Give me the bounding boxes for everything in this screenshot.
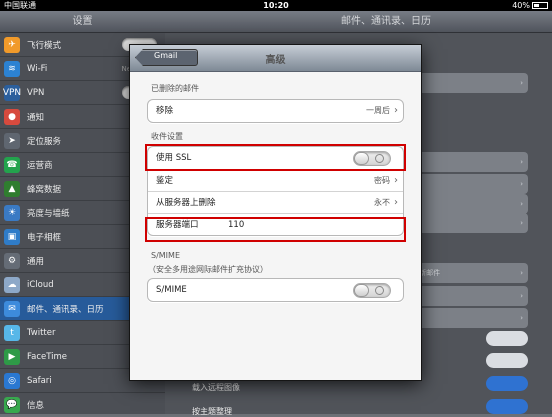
photo-frame-icon: ▣ bbox=[4, 228, 20, 245]
sidebar-item-label: 通用 bbox=[27, 256, 45, 267]
sidebar-item-label: FaceTime bbox=[27, 351, 68, 362]
vpn-icon: VPN bbox=[3, 84, 21, 101]
deleted-mail-group: 移除 一周后 › bbox=[147, 99, 404, 123]
remove-label: 移除 bbox=[156, 106, 174, 116]
sidebar-item-label: 亮度与墙纸 bbox=[27, 208, 70, 219]
time-label: 10:20 bbox=[263, 1, 289, 10]
organize-by-thread-label: 按主题整理 bbox=[192, 407, 232, 416]
chevron-right-icon: › bbox=[394, 105, 398, 116]
sidebar-item-label: 电子相框 bbox=[27, 232, 62, 243]
sidebar-item-label: 蜂窝数据 bbox=[27, 184, 62, 195]
background-toggle-off-1[interactable] bbox=[486, 331, 528, 346]
incoming-section-header: 收件设置 bbox=[151, 132, 183, 141]
remove-value: 一周后 bbox=[366, 106, 390, 115]
sidebar-item-16[interactable]: 💬 信息 bbox=[0, 393, 165, 414]
sidebar-item-label: 邮件、通讯录、日历 bbox=[27, 304, 104, 315]
server-port-highlight bbox=[145, 217, 406, 242]
smime-label: S/MIME bbox=[156, 285, 187, 295]
deleted-mail-section-header: 已删除的邮件 bbox=[151, 84, 199, 93]
delete-from-server-label: 从服务器上删除 bbox=[156, 198, 216, 208]
toggle-off-icon bbox=[375, 286, 384, 295]
notification-icon: ● bbox=[4, 108, 20, 125]
gear-icon: ⚙ bbox=[4, 252, 20, 269]
chevron-right-icon: › bbox=[394, 175, 398, 186]
location-icon: ➤ bbox=[4, 132, 20, 149]
advanced-settings-modal: Gmail 高级 已删除的邮件 移除 一周后 › 收件设置 使用 SSL 鉴定 … bbox=[130, 45, 421, 380]
sidebar-item-label: Wi-Fi bbox=[27, 63, 48, 74]
facetime-icon: ▶ bbox=[4, 348, 20, 365]
mail-icon: ✉ bbox=[4, 300, 20, 317]
smime-group: S/MIME bbox=[147, 278, 404, 302]
modal-header: Gmail 高级 bbox=[130, 45, 421, 72]
sidebar-item-label: iCloud bbox=[27, 279, 54, 290]
messages-icon: 💬 bbox=[4, 396, 20, 413]
background-toggle-on-1[interactable] bbox=[486, 376, 528, 391]
chevron-right-icon: › bbox=[394, 197, 398, 208]
authentication-value: 密码 bbox=[374, 176, 390, 185]
carrier-icon: ☎ bbox=[4, 156, 20, 173]
battery-status: 40% bbox=[512, 1, 548, 10]
safari-icon: ◎ bbox=[4, 372, 20, 389]
remove-row[interactable]: 移除 一周后 › bbox=[148, 100, 403, 122]
authentication-row[interactable]: 鉴定 密码 › bbox=[148, 169, 403, 191]
sidebar-item-label: 运营商 bbox=[27, 160, 53, 171]
sidebar-item-label: VPN bbox=[27, 87, 45, 98]
battery-icon bbox=[532, 2, 548, 9]
battery-percent: 40% bbox=[512, 1, 530, 10]
mail-settings-title: 邮件、通讯录、日历 bbox=[165, 11, 552, 33]
sidebar-title: 设置 bbox=[0, 11, 165, 33]
twitter-icon: t bbox=[4, 324, 20, 341]
smime-note: （安全多用途网际邮件扩充协议） bbox=[148, 265, 268, 274]
smime-row[interactable]: S/MIME bbox=[148, 279, 403, 301]
toggle-knob bbox=[354, 284, 369, 297]
ssl-highlight bbox=[145, 144, 406, 171]
delete-from-server-row[interactable]: 从服务器上删除 永不 › bbox=[148, 191, 403, 213]
background-toggle-on-2[interactable] bbox=[486, 399, 528, 414]
sidebar-item-label: Safari bbox=[27, 375, 52, 386]
icloud-icon: ☁ bbox=[4, 276, 20, 293]
modal-title: 高级 bbox=[265, 55, 286, 66]
smime-section-header: S/MIME bbox=[151, 251, 180, 260]
sidebar-item-label: 飞行模式 bbox=[27, 40, 62, 51]
brightness-icon: ☀ bbox=[4, 204, 20, 221]
airplane-icon: ✈ bbox=[4, 36, 20, 53]
sidebar-item-label: 通知 bbox=[27, 112, 45, 123]
delete-from-server-value: 永不 bbox=[374, 198, 390, 207]
load-remote-images-label: 载入远程图像 bbox=[192, 383, 240, 392]
wifi-icon: ≋ bbox=[4, 60, 20, 77]
sidebar-item-label: 信息 bbox=[27, 400, 45, 411]
authentication-label: 鉴定 bbox=[156, 176, 174, 186]
sidebar-item-label: 定位服务 bbox=[27, 136, 62, 147]
cellular-icon: ▲ bbox=[4, 180, 20, 197]
sidebar-item-label: Twitter bbox=[27, 327, 56, 338]
background-toggle-off-2[interactable] bbox=[486, 353, 528, 368]
status-bar: 中国联通 10:20 40% bbox=[0, 0, 552, 11]
smime-toggle[interactable] bbox=[353, 283, 391, 298]
